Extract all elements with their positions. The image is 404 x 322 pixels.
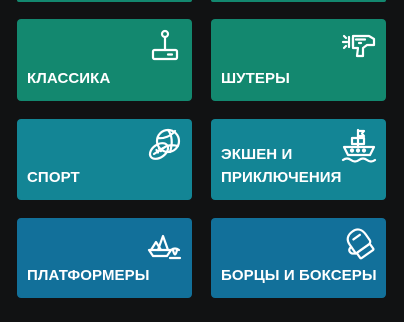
category-tile-classics[interactable]: КЛАССИКА xyxy=(17,19,192,101)
ray-gun-icon xyxy=(341,27,377,63)
category-label: ЭКШЕН И ПРИКЛЮЧЕНИЯ xyxy=(221,146,342,186)
category-label: БОРЦЫ И БОКСЕРЫ xyxy=(221,267,377,284)
pirate-ship-icon xyxy=(341,127,377,163)
boxing-glove-icon xyxy=(341,226,377,262)
category-label: ШУТЕРЫ xyxy=(221,70,290,87)
category-label: ПЛАТФОРМЕРЫ xyxy=(27,267,150,284)
sports-balls-icon xyxy=(147,127,183,163)
category-tile-partial-left[interactable] xyxy=(17,0,192,2)
category-tile-partial-right[interactable] xyxy=(211,0,386,2)
category-tile-fighting-boxing[interactable]: БОРЦЫ И БОКСЕРЫ xyxy=(211,218,386,298)
category-tile-sports[interactable]: СПОРТ xyxy=(17,119,192,200)
category-tile-action-adventure[interactable]: ЭКШЕН И ПРИКЛЮЧЕНИЯ xyxy=(211,119,386,200)
category-tile-platformers[interactable]: ПЛАТФОРМЕРЫ xyxy=(17,218,192,298)
category-tile-shooters[interactable]: ШУТЕРЫ xyxy=(211,19,386,101)
category-label: СПОРТ xyxy=(27,169,80,186)
joystick-icon xyxy=(147,27,183,63)
platform-island-icon xyxy=(147,226,183,262)
category-label: КЛАССИКА xyxy=(27,70,111,87)
